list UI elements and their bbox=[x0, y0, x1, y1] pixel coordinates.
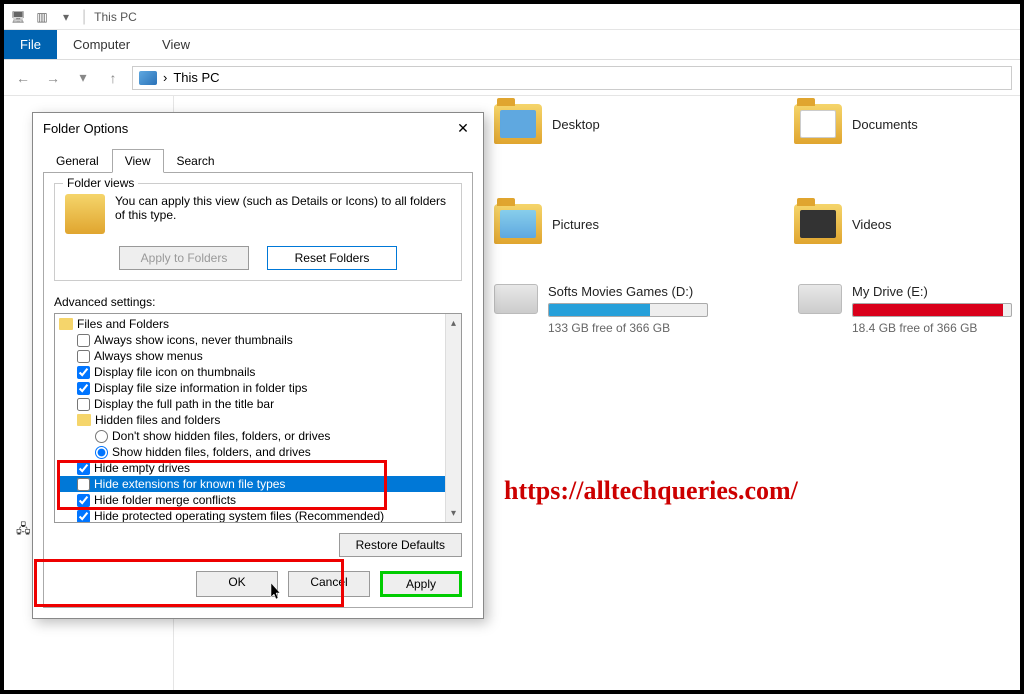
advanced-settings-label: Advanced settings: bbox=[54, 295, 462, 309]
dialog-tab-general[interactable]: General bbox=[43, 149, 112, 173]
breadcrumb-chevron: › bbox=[163, 70, 167, 85]
properties-icon[interactable]: ▥ bbox=[34, 9, 50, 25]
pc-path-icon bbox=[139, 71, 157, 85]
checkbox[interactable] bbox=[77, 510, 90, 523]
watermark: https://alltechqueries.com/ bbox=[504, 476, 798, 506]
checkbox[interactable] bbox=[77, 366, 90, 379]
folder-icon bbox=[794, 104, 842, 144]
radio[interactable] bbox=[95, 430, 108, 443]
nav-recent[interactable]: ▾ bbox=[72, 67, 94, 89]
nav-back[interactable]: ← bbox=[12, 67, 34, 89]
navbar: ← → ▾ ↑ › This PC bbox=[4, 60, 1020, 96]
checkbox[interactable] bbox=[77, 350, 90, 363]
drive-name: My Drive (E:) bbox=[852, 284, 1012, 299]
folder-icon bbox=[794, 204, 842, 244]
folder-pictures[interactable]: Pictures bbox=[494, 204, 694, 244]
checkbox[interactable] bbox=[77, 382, 90, 395]
adv-always-menus[interactable]: Always show menus bbox=[59, 348, 457, 364]
drive-e[interactable]: My Drive (E:) 18.4 GB free of 366 GB bbox=[798, 284, 1012, 335]
path-text: This PC bbox=[173, 70, 219, 85]
apply-to-folders-button[interactable]: Apply to Folders bbox=[119, 246, 249, 270]
adv-always-icons[interactable]: Always show icons, never thumbnails bbox=[59, 332, 457, 348]
drive-name: Softs Movies Games (D:) bbox=[548, 284, 708, 299]
dialog-body: Folder views You can apply this view (su… bbox=[43, 172, 473, 608]
dialog-titlebar: Folder Options ✕ bbox=[33, 113, 483, 143]
adv-files-folders: Files and Folders bbox=[59, 316, 457, 332]
drive-icon bbox=[798, 284, 842, 314]
drive-icon bbox=[494, 284, 538, 314]
tab-file[interactable]: File bbox=[4, 30, 57, 59]
folder-options-dialog: Folder Options ✕ General View Search Fol… bbox=[32, 112, 484, 619]
scroll-up-icon[interactable]: ▴ bbox=[446, 314, 461, 332]
drive-d[interactable]: Softs Movies Games (D:) 133 GB free of 3… bbox=[494, 284, 708, 335]
adv-dont-show-hidden[interactable]: Don't show hidden files, folders, or dri… bbox=[59, 428, 457, 444]
adv-hide-extensions[interactable]: Hide extensions for known file types bbox=[59, 476, 457, 492]
close-icon[interactable]: ✕ bbox=[453, 118, 473, 138]
dialog-title-text: Folder Options bbox=[43, 121, 128, 136]
adv-display-file-icon[interactable]: Display file icon on thumbnails bbox=[59, 364, 457, 380]
folder-label: Videos bbox=[852, 217, 892, 232]
pc-icon: 🖥 bbox=[10, 9, 26, 25]
restore-defaults-button[interactable]: Restore Defaults bbox=[339, 533, 462, 557]
adv-display-file-size[interactable]: Display file size information in folder … bbox=[59, 380, 457, 396]
adv-hide-merge[interactable]: Hide folder merge conflicts bbox=[59, 492, 457, 508]
adv-hidden-files: Hidden files and folders bbox=[59, 412, 457, 428]
checkbox[interactable] bbox=[77, 398, 90, 411]
folder-desktop[interactable]: Desktop bbox=[494, 104, 694, 144]
divider: | bbox=[82, 8, 86, 26]
folder-views-text: You can apply this view (such as Details… bbox=[115, 194, 451, 222]
adv-hide-empty[interactable]: Hide empty drives bbox=[59, 460, 457, 476]
dialog-tab-search[interactable]: Search bbox=[164, 149, 228, 173]
adv-hide-protected[interactable]: Hide protected operating system files (R… bbox=[59, 508, 457, 523]
scroll-down-icon[interactable]: ▾ bbox=[446, 504, 461, 522]
titlebar: 🖥 ▥ ▾ | This PC bbox=[4, 4, 1020, 30]
checkbox[interactable] bbox=[77, 494, 90, 507]
ribbon: File Computer View bbox=[4, 30, 1020, 60]
drive-bar bbox=[852, 303, 1012, 317]
folder-views-icon bbox=[65, 194, 105, 234]
checkbox[interactable] bbox=[77, 462, 90, 475]
adv-display-full-path[interactable]: Display the full path in the title bar bbox=[59, 396, 457, 412]
folder-views-group: Folder views You can apply this view (su… bbox=[54, 183, 462, 281]
qat-dropdown-icon[interactable]: ▾ bbox=[58, 9, 74, 25]
folder-documents[interactable]: Documents bbox=[794, 104, 994, 144]
scrollbar[interactable]: ▴ ▾ bbox=[445, 314, 461, 522]
folder-icon bbox=[494, 204, 542, 244]
folder-label: Pictures bbox=[552, 217, 599, 232]
network-icon: 🖧 bbox=[16, 520, 31, 542]
folder-label: Documents bbox=[852, 117, 918, 132]
ok-button[interactable]: OK bbox=[196, 571, 278, 597]
drive-bar bbox=[548, 303, 708, 317]
folder-mini-icon bbox=[59, 318, 73, 330]
drive-free: 18.4 GB free of 366 GB bbox=[852, 321, 1012, 335]
apply-button[interactable]: Apply bbox=[380, 571, 462, 597]
nav-up[interactable]: ↑ bbox=[102, 67, 124, 89]
cursor-icon bbox=[270, 583, 284, 601]
nav-forward[interactable]: → bbox=[42, 67, 64, 89]
folder-mini-icon bbox=[77, 414, 91, 426]
dialog-buttons: OK Cancel Apply bbox=[54, 571, 462, 597]
cancel-button[interactable]: Cancel bbox=[288, 571, 370, 597]
checkbox[interactable] bbox=[77, 478, 90, 491]
advanced-settings-list[interactable]: Files and Folders Always show icons, nev… bbox=[55, 314, 461, 523]
folder-views-legend: Folder views bbox=[63, 176, 138, 190]
tab-view[interactable]: View bbox=[146, 30, 206, 59]
dialog-tabs: General View Search bbox=[43, 149, 473, 173]
dialog-tab-view[interactable]: View bbox=[112, 149, 164, 173]
adv-show-hidden[interactable]: Show hidden files, folders, and drives bbox=[59, 444, 457, 460]
drive-free: 133 GB free of 366 GB bbox=[548, 321, 708, 335]
radio[interactable] bbox=[95, 446, 108, 459]
checkbox[interactable] bbox=[77, 334, 90, 347]
advanced-settings-box: Files and Folders Always show icons, nev… bbox=[54, 313, 462, 523]
folder-icon bbox=[494, 104, 542, 144]
folder-label: Desktop bbox=[552, 117, 600, 132]
tab-computer[interactable]: Computer bbox=[57, 30, 146, 59]
window-title: This PC bbox=[94, 10, 137, 24]
folder-videos[interactable]: Videos bbox=[794, 204, 994, 244]
reset-folders-button[interactable]: Reset Folders bbox=[267, 246, 397, 270]
address-bar[interactable]: › This PC bbox=[132, 66, 1012, 90]
